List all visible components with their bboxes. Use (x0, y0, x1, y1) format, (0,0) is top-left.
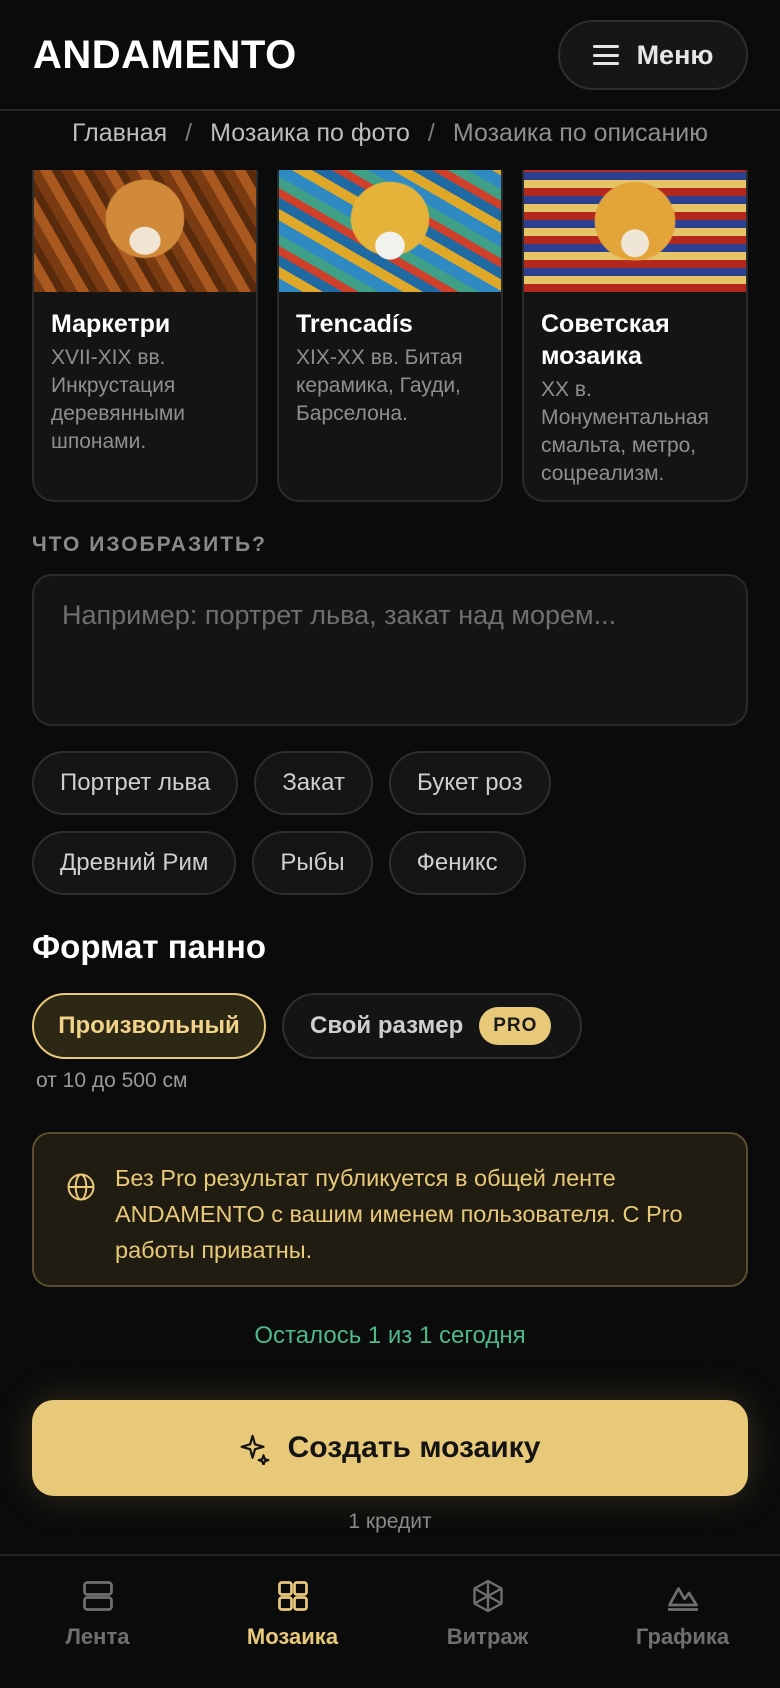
breadcrumb-photo-mosaic[interactable]: Мозаика по фото (210, 119, 410, 148)
breadcrumb-separator: / (185, 118, 193, 147)
chip-phoenix[interactable]: Феникс (388, 831, 526, 895)
create-mosaic-label: Создать мозаику (287, 1431, 541, 1464)
chip-ancient-rome[interactable]: Древний Рим (32, 831, 237, 895)
style-card-title: Маркетри (51, 310, 171, 338)
format-hint: от 10 до 500 см (36, 1069, 188, 1092)
chip-roses[interactable]: Букет роз (389, 751, 551, 815)
suggestion-chips-row: Древний Рим Рыбы Феникс (32, 831, 748, 895)
style-card-desc: XIX-XX вв. Битая керамика, Гауди, Барсел… (296, 346, 463, 425)
nav-item-label: Витраж (446, 1624, 529, 1649)
breadcrumb: Главная / Мозаика по фото / Мозаика по о… (0, 114, 780, 152)
breadcrumb-current: Мозаика по описанию (452, 118, 708, 147)
nav-item-stained-glass[interactable]: Витраж (390, 1556, 585, 1688)
hamburger-icon (592, 45, 619, 65)
format-title: Формат панно (32, 928, 267, 965)
menu-button-label: Меню (636, 39, 714, 70)
nav-item-label: Графика (635, 1624, 730, 1649)
prompt-label: ЧТО ИЗОБРАЗИТЬ? (32, 533, 267, 556)
credit-cost: 1 кредит (348, 1510, 432, 1533)
top-bar: ANDAMENTO Меню (0, 0, 780, 111)
prompt-input[interactable]: Например: портрет льва, закат над морем.… (32, 574, 748, 726)
app-logo[interactable]: ANDAMENTO (33, 33, 297, 78)
stained-glass-icon (472, 1579, 503, 1613)
format-option-custom[interactable]: Свой размер PRO (282, 993, 582, 1059)
chip-lion-portrait[interactable]: Портрет льва (32, 751, 239, 815)
format-option-free[interactable]: Произвольный (32, 993, 266, 1059)
pro-badge: PRO (479, 1007, 552, 1045)
privacy-notice-text: Без Pro результат публикуется в общей ле… (115, 1165, 683, 1263)
nav-item-label: Мозаика (246, 1624, 339, 1649)
bottom-nav: Лента Мозаика Витраж Графика (0, 1554, 780, 1688)
remaining-quota: Осталось 1 из 1 сегодня (254, 1322, 526, 1349)
mountain-icon (667, 1587, 698, 1611)
style-cards: Маркетри XVII-XIX вв. Инкрустация деревя… (32, 170, 748, 502)
style-card-marquetry[interactable]: Маркетри XVII-XIX вв. Инкрустация деревя… (32, 170, 258, 502)
style-image-trencadis (279, 170, 501, 292)
chip-fish[interactable]: Рыбы (252, 831, 373, 895)
style-card-title: Советская мозаика (541, 310, 670, 370)
nav-item-label: Лента (65, 1624, 130, 1649)
format-options: Произвольный Свой размер PRO (32, 993, 582, 1059)
style-card-title: Trencadís (296, 310, 413, 338)
style-card-desc: XX в. Монументальная смальта, метро, соц… (541, 378, 709, 485)
style-card-soviet[interactable]: Советская мозаика XX в. Монументальная с… (522, 170, 748, 502)
globe-icon (67, 1173, 95, 1201)
style-card-desc: XVII-XIX вв. Инкрустация деревянными шпо… (51, 346, 186, 453)
feed-icon (82, 1581, 113, 1611)
breadcrumb-home[interactable]: Главная (72, 119, 167, 148)
nav-item-mosaic[interactable]: Мозаика (195, 1556, 390, 1688)
menu-button[interactable]: Меню (558, 20, 748, 90)
nav-item-graphics[interactable]: Графика (585, 1556, 780, 1688)
format-option-custom-label: Свой размер (310, 1012, 464, 1039)
style-image-soviet (524, 170, 746, 292)
style-card-trencadis[interactable]: Trencadís XIX-XX вв. Битая керамика, Гау… (277, 170, 503, 502)
nav-item-feed[interactable]: Лента (0, 1556, 195, 1688)
suggestion-chips-row: Портрет льва Закат Букет роз (32, 751, 748, 815)
breadcrumb-separator: / (427, 118, 435, 147)
chip-sunset[interactable]: Закат (254, 751, 373, 815)
grid-icon (277, 1581, 308, 1611)
create-mosaic-button[interactable]: Создать мозаику (32, 1400, 748, 1496)
sparkle-icon (240, 1434, 270, 1465)
privacy-notice: Без Pro результат публикуется в общей ле… (32, 1132, 748, 1287)
style-image-marquetry (34, 170, 256, 292)
